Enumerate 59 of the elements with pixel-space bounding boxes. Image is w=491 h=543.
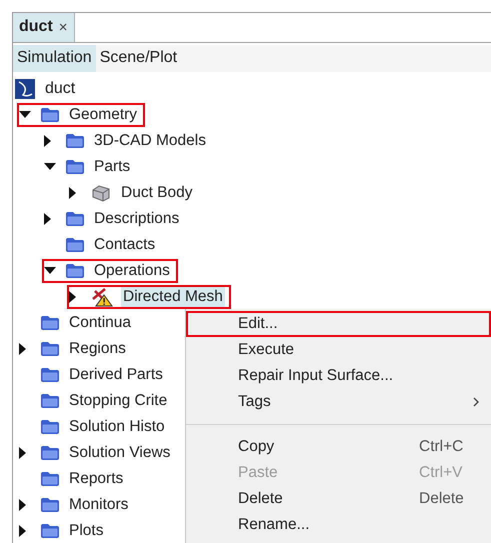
menu-item[interactable]: Rename... bbox=[186, 512, 491, 538]
tree-item[interactable]: Plots bbox=[17, 519, 112, 543]
folder-icon bbox=[41, 368, 59, 382]
collapse-arrow-icon[interactable] bbox=[19, 111, 31, 119]
tree-item[interactable]: Duct Body bbox=[67, 181, 201, 205]
folder-icon bbox=[41, 472, 59, 486]
menu-item[interactable]: Tags bbox=[186, 389, 491, 415]
menu-item[interactable]: Edit... bbox=[186, 311, 491, 337]
expand-arrow-icon[interactable] bbox=[19, 525, 27, 537]
view-tab[interactable]: Simulation bbox=[13, 44, 96, 72]
expand-arrow-icon[interactable] bbox=[19, 499, 27, 511]
tree-item[interactable]: Solution Histo bbox=[17, 415, 173, 439]
view-tab[interactable]: Scene/Plot bbox=[96, 44, 182, 72]
tree-item[interactable]: Geometry bbox=[17, 103, 146, 127]
folder-icon bbox=[41, 498, 59, 512]
block-icon bbox=[91, 184, 111, 202]
tree-item[interactable]: Parts bbox=[42, 155, 138, 179]
tree-item[interactable]: Contacts bbox=[42, 233, 164, 257]
folder-icon bbox=[66, 134, 84, 148]
menu-item[interactable]: Delete Delete bbox=[186, 486, 491, 512]
folder-icon bbox=[66, 238, 84, 252]
menu-item[interactable]: Copy Ctrl+C bbox=[186, 434, 491, 460]
tree-item[interactable]: Operations bbox=[42, 259, 178, 283]
expand-arrow-icon[interactable] bbox=[19, 447, 27, 459]
mesh-warning-icon bbox=[91, 287, 113, 307]
document-tab[interactable]: duct × bbox=[13, 13, 75, 42]
expand-arrow-icon[interactable] bbox=[44, 135, 52, 147]
folder-icon bbox=[66, 264, 84, 278]
simulation-icon bbox=[15, 79, 35, 99]
tree-root-label[interactable]: duct bbox=[45, 80, 76, 98]
folder-icon bbox=[41, 446, 59, 460]
close-button[interactable]: × bbox=[58, 18, 68, 36]
tree-item[interactable]: Solution Views bbox=[17, 441, 178, 465]
submenu-chevron-icon bbox=[473, 397, 479, 407]
collapse-arrow-icon[interactable] bbox=[44, 267, 56, 275]
folder-icon bbox=[41, 524, 59, 538]
expand-arrow-icon[interactable] bbox=[44, 213, 52, 225]
folder-icon bbox=[66, 160, 84, 174]
expand-arrow-icon[interactable] bbox=[19, 343, 27, 355]
tree-item[interactable]: Descriptions bbox=[42, 207, 188, 231]
folder-icon bbox=[41, 316, 59, 330]
tree-item[interactable]: Continua bbox=[17, 311, 140, 335]
collapse-arrow-icon[interactable] bbox=[44, 163, 56, 171]
tree-item[interactable]: Regions bbox=[17, 337, 134, 361]
tree-item[interactable]: Derived Parts bbox=[17, 363, 171, 387]
folder-icon bbox=[66, 212, 84, 226]
folder-icon bbox=[41, 394, 59, 408]
tree-item[interactable]: Reports bbox=[17, 467, 132, 491]
folder-icon bbox=[41, 108, 59, 122]
tree-item[interactable]: Monitors bbox=[17, 493, 136, 517]
menu-item[interactable]: Execute bbox=[186, 337, 491, 363]
folder-icon bbox=[41, 342, 59, 356]
menu-item[interactable]: Repair Input Surface... bbox=[186, 363, 491, 389]
expand-arrow-icon[interactable] bbox=[69, 291, 77, 303]
folder-icon bbox=[41, 420, 59, 434]
expand-arrow-icon[interactable] bbox=[69, 187, 77, 199]
tree-item[interactable]: Stopping Crite bbox=[17, 389, 176, 413]
tree-item[interactable]: 3D-CAD Models bbox=[42, 129, 214, 153]
tree-item[interactable]: Directed Mesh bbox=[67, 285, 231, 309]
